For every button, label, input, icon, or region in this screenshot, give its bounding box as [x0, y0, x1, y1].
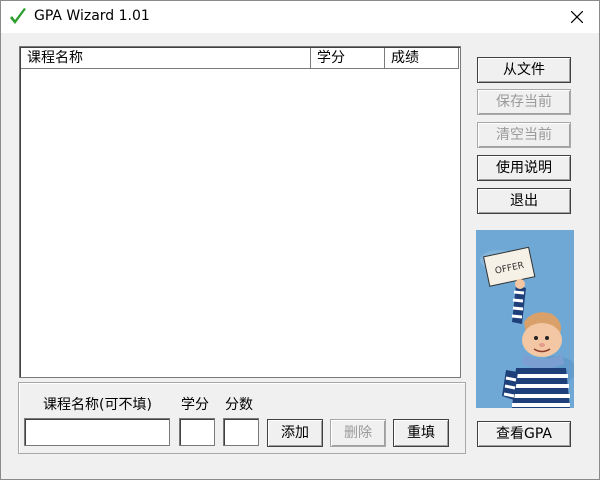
title-bar: GPA Wizard 1.01 [1, 1, 599, 33]
column-header-course-name[interactable]: 课程名称 [21, 48, 311, 68]
window-title: GPA Wizard 1.01 [34, 8, 150, 24]
course-list-body[interactable] [21, 69, 459, 376]
add-button[interactable]: 添加 [267, 419, 323, 447]
course-name-input[interactable] [24, 418, 170, 446]
instructions-button[interactable]: 使用说明 [477, 155, 571, 181]
save-current-button[interactable]: 保存当前 [477, 89, 571, 115]
credit-input[interactable] [179, 418, 215, 446]
close-icon [570, 8, 584, 27]
score-input[interactable] [223, 418, 259, 446]
delete-button[interactable]: 删除 [330, 419, 386, 447]
credit-label: 学分 [181, 397, 209, 413]
course-list-header: 课程名称 学分 成绩 [21, 48, 459, 69]
from-file-button[interactable]: 从文件 [477, 57, 571, 83]
app-window: GPA Wizard 1.01 课程名称 学分 成绩 从文件 保存当前 清空当前… [0, 0, 600, 480]
column-header-score[interactable]: 成绩 [385, 48, 459, 68]
score-label: 分数 [225, 397, 253, 413]
clear-current-button[interactable]: 清空当前 [477, 122, 571, 148]
close-button[interactable] [555, 1, 599, 33]
reset-button[interactable]: 重填 [393, 419, 449, 447]
exit-button[interactable]: 退出 [477, 188, 571, 214]
view-gpa-button[interactable]: 查看GPA [477, 421, 571, 447]
mascot-image: OFFER [476, 230, 574, 408]
column-header-credit[interactable]: 学分 [311, 48, 385, 68]
course-name-label: 课程名称(可不填) [43, 397, 152, 413]
checkmark-icon [9, 7, 27, 27]
course-list[interactable]: 课程名称 学分 成绩 [19, 46, 461, 378]
